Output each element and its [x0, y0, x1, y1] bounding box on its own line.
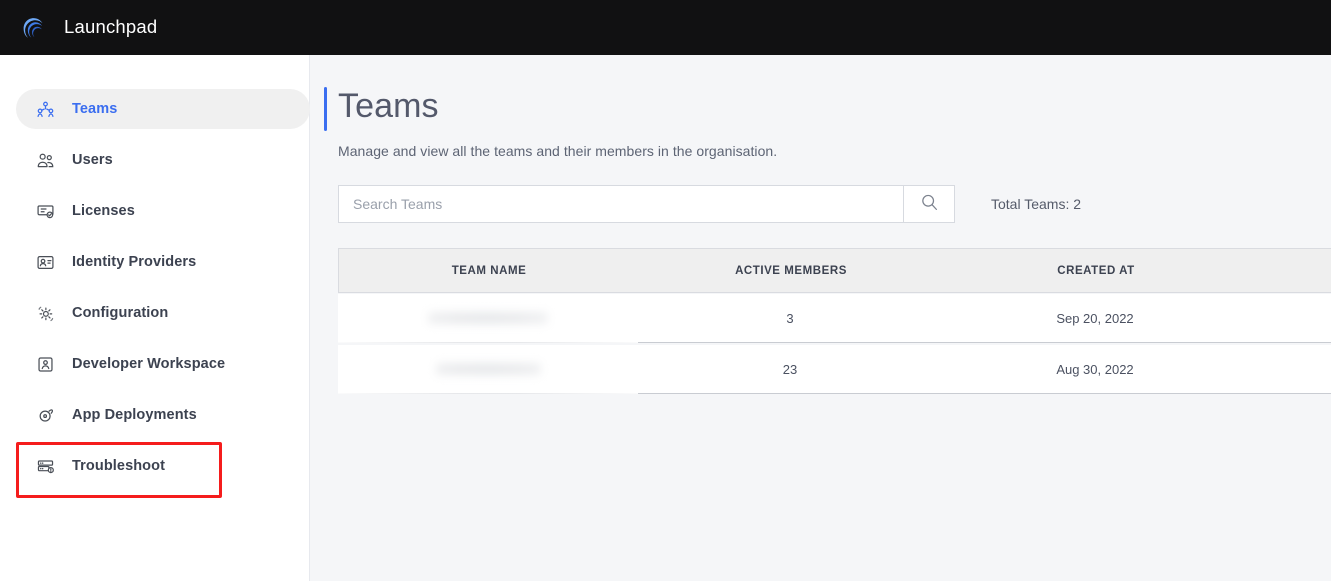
- sidebar-item-developer-workspace[interactable]: Developer Workspace: [0, 344, 309, 384]
- sidebar-item-configuration[interactable]: Configuration: [0, 293, 309, 333]
- top-bar: Launchpad: [0, 0, 1331, 55]
- column-header-active-members[interactable]: ACTIVE MEMBERS: [639, 265, 943, 277]
- cell-created-at: Aug 30, 2022: [942, 362, 1248, 377]
- server-troubleshoot-icon: [36, 457, 55, 476]
- total-teams-label: Total Teams: 2: [991, 196, 1081, 212]
- sidebar-item-users[interactable]: Users: [0, 140, 309, 180]
- teams-table: TEAM NAME ACTIVE MEMBERS CREATED AT 3 Se…: [338, 248, 1331, 394]
- main-content: Teams Manage and view all the teams and …: [310, 55, 1331, 581]
- cell-active-members: 23: [638, 362, 942, 377]
- sidebar-item-label: Users: [72, 152, 113, 168]
- column-header-team-name[interactable]: TEAM NAME: [339, 265, 639, 277]
- search-input[interactable]: [339, 186, 903, 222]
- sidebar-item-label: Licenses: [72, 203, 135, 219]
- identity-card-icon: [36, 253, 55, 272]
- sidebar: Teams Users: [0, 55, 310, 581]
- sidebar-item-label: Configuration: [72, 305, 168, 321]
- license-certificate-icon: [36, 202, 55, 221]
- table-row[interactable]: 23 Aug 30, 2022: [338, 345, 1331, 394]
- table-row[interactable]: 3 Sep 20, 2022: [338, 294, 1331, 343]
- cell-team-name: [338, 345, 638, 394]
- cell-team-name: [338, 294, 638, 343]
- deployment-icon: [36, 406, 55, 425]
- sidebar-item-label: Troubleshoot: [72, 458, 165, 474]
- launchpad-admin-window: Launchpad Teams: [0, 0, 1331, 581]
- redacted-team-name: [436, 363, 541, 375]
- sidebar-item-teams[interactable]: Teams: [16, 89, 310, 129]
- sidebar-item-label: Teams: [72, 101, 117, 117]
- users-icon: [36, 151, 55, 170]
- workspace-person-icon: [36, 355, 55, 374]
- cell-created-at: Sep 20, 2022: [942, 311, 1248, 326]
- sidebar-item-troubleshoot[interactable]: Troubleshoot: [0, 446, 309, 486]
- search-button[interactable]: [903, 186, 954, 222]
- page-title: Teams: [338, 88, 1331, 125]
- search-icon: [919, 192, 940, 216]
- gear-icon: [36, 304, 55, 323]
- sidebar-item-label: Developer Workspace: [72, 356, 225, 372]
- sidebar-item-licenses[interactable]: Licenses: [0, 191, 309, 231]
- cell-active-members: 3: [638, 311, 942, 326]
- sidebar-item-identity-providers[interactable]: Identity Providers: [0, 242, 309, 282]
- page-subtitle: Manage and view all the teams and their …: [338, 143, 1331, 159]
- search-row: Total Teams: 2: [338, 185, 1331, 223]
- teams-icon: [36, 100, 55, 119]
- sidebar-nav-list: Teams Users: [0, 89, 309, 486]
- sidebar-item-app-deployments[interactable]: App Deployments: [0, 395, 309, 435]
- brand-title: Launchpad: [64, 18, 157, 37]
- table-header-row: TEAM NAME ACTIVE MEMBERS CREATED AT: [338, 248, 1331, 293]
- sidebar-item-label: App Deployments: [72, 407, 197, 423]
- sidebar-item-label: Identity Providers: [72, 254, 196, 270]
- column-header-created-at[interactable]: CREATED AT: [943, 265, 1249, 277]
- search-box: [338, 185, 955, 223]
- redacted-team-name: [428, 312, 548, 324]
- wave-logo-icon: [16, 11, 50, 45]
